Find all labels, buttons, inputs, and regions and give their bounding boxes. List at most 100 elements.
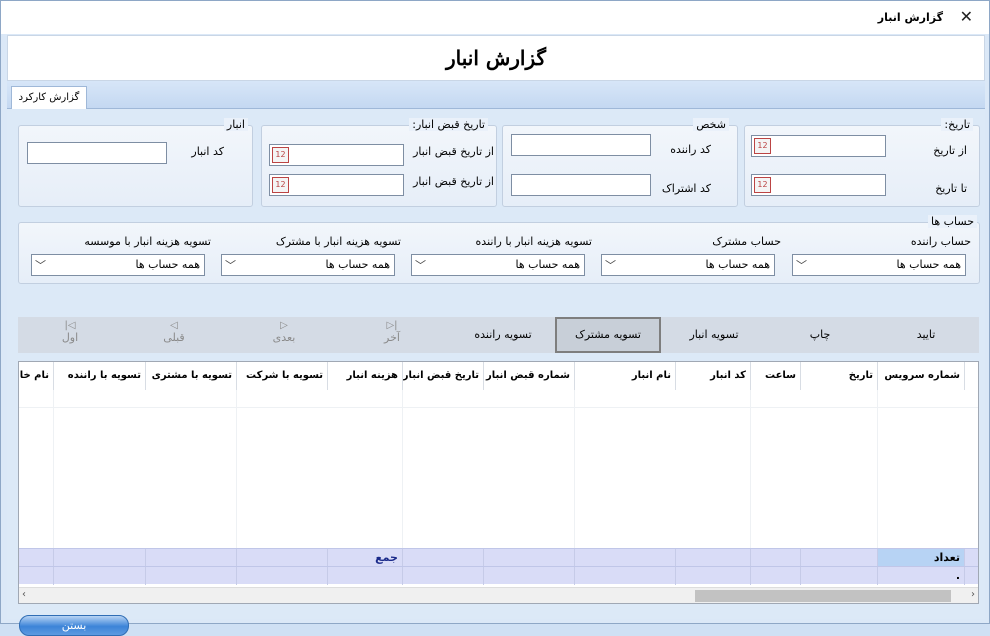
- first-button[interactable]: |◁ اول: [18, 317, 122, 353]
- table-row[interactable]: [19, 390, 978, 408]
- driver-storage-settle-select[interactable]: همه حساب ها ﹀: [411, 254, 585, 276]
- customer-account-select[interactable]: همه حساب ها ﹀: [601, 254, 775, 276]
- calendar-icon[interactable]: 12: [754, 138, 771, 154]
- accounts-legend: حساب ها: [928, 215, 977, 228]
- customer-storage-settle-value: همه حساب ها: [325, 258, 390, 271]
- print-button[interactable]: چاپ: [767, 317, 873, 353]
- last-record-icon: ▷|: [386, 320, 398, 331]
- column-header[interactable]: شماره سرویس: [878, 362, 965, 390]
- page-title: گزارش انبار: [445, 46, 547, 70]
- receipt-from-label-1: از تاریخ قبض انبار: [413, 145, 494, 158]
- chevron-down-icon[interactable]: ﹀: [415, 257, 426, 273]
- footer-cell: [403, 549, 484, 567]
- person-group-legend: شخص: [693, 118, 729, 131]
- tab-performance-report[interactable]: گزارش کارکرد: [11, 86, 87, 110]
- footer-cell: [146, 549, 237, 567]
- column-header[interactable]: هزینه انبار: [328, 362, 403, 390]
- customer-storage-settle-select[interactable]: همه حساب ها ﹀: [221, 254, 395, 276]
- confirm-button[interactable]: تایید: [873, 317, 979, 353]
- footer-cell: [328, 567, 403, 585]
- tab-strip: گزارش کارکرد: [7, 81, 985, 110]
- last-button-label: آخر: [384, 331, 400, 344]
- content-area: گزارش کارکرد تاریخ: از تاریخ 12 تا تاریخ…: [7, 81, 985, 636]
- column-header[interactable]: ساعت: [751, 362, 801, 390]
- driver-account-select[interactable]: همه حساب ها ﹀: [792, 254, 966, 276]
- date-group: تاریخ: از تاریخ 12 تا تاریخ 12: [744, 118, 980, 207]
- driver-settle-button[interactable]: تسویه راننده: [451, 317, 555, 353]
- footer-cell: [484, 549, 575, 567]
- main-window: گزارش انبار ✕ گزارش انبار گزارش کارکرد ت…: [0, 0, 990, 636]
- summary-row: .: [19, 566, 978, 585]
- prev-record-icon: ◁: [170, 320, 178, 331]
- to-date-label: تا تاریخ: [935, 182, 967, 195]
- count-value-cell: .: [878, 567, 965, 585]
- customer-account-value: همه حساب ها: [705, 258, 770, 271]
- toolbar: |◁ اول ◁ قبلی ▷ بعدی ▷| آخر تسویه راننده…: [18, 317, 979, 353]
- first-record-icon: |◁: [64, 320, 76, 331]
- customer-settle-button[interactable]: تسویه مشترک: [555, 317, 661, 353]
- column-header[interactable]: تاریخ: [801, 362, 878, 390]
- warehouse-code-field[interactable]: [27, 142, 167, 164]
- receipt-date-group: تاریخ قبض انبار: از تاریخ قبض انبار 12 ا…: [261, 118, 497, 207]
- next-record-icon: ▷: [280, 320, 288, 331]
- from-date-picker[interactable]: 12: [751, 135, 886, 157]
- subscription-code-field[interactable]: [511, 174, 651, 196]
- footer-cell: [801, 549, 878, 567]
- driver-code-label: کد راننده: [670, 143, 711, 156]
- column-header[interactable]: تاریخ قبض انبار: [403, 362, 484, 390]
- close-button[interactable]: بستن: [19, 615, 129, 636]
- footer-cell: [146, 567, 237, 585]
- column-header[interactable]: نام انبار: [575, 362, 676, 390]
- sum-label-cell: جمع: [328, 549, 403, 567]
- from-date-label: از تاریخ: [933, 144, 967, 157]
- scroll-left-icon[interactable]: ‹: [22, 589, 26, 600]
- to-date-picker[interactable]: 12: [751, 174, 886, 196]
- footer-cell: [54, 549, 146, 567]
- scroll-right-icon[interactable]: ›: [971, 589, 975, 600]
- customer-storage-settle-label: تسویه هزینه انبار با مشترک: [275, 235, 401, 248]
- title-bar: گزارش انبار ✕: [1, 1, 989, 34]
- calendar-icon[interactable]: 12: [754, 177, 771, 193]
- chevron-down-icon[interactable]: ﹀: [35, 257, 46, 273]
- column-header[interactable]: نام خانوا: [19, 362, 54, 390]
- column-header[interactable]: تسویه با مشتری: [146, 362, 237, 390]
- chevron-down-icon[interactable]: ﹀: [796, 257, 807, 273]
- chevron-down-icon[interactable]: ﹀: [225, 257, 236, 273]
- prev-button-label: قبلی: [163, 331, 185, 344]
- column-divider: [676, 390, 751, 562]
- warehouse-settle-button[interactable]: تسویه انبار: [661, 317, 767, 353]
- warehouse-code-label: کد انبار: [191, 145, 224, 158]
- column-divider: [146, 390, 237, 562]
- prev-button[interactable]: ◁ قبلی: [122, 317, 226, 353]
- calendar-icon[interactable]: 12: [272, 147, 289, 163]
- institution-storage-settle-select[interactable]: همه حساب ها ﹀: [31, 254, 205, 276]
- calendar-icon[interactable]: 12: [272, 177, 289, 193]
- warehouse-group: انبار کد انبار: [18, 118, 253, 207]
- driver-code-field[interactable]: [511, 134, 651, 156]
- summary-row: تعداد جمع: [19, 548, 978, 567]
- column-header[interactable]: تسویه با شرکت: [237, 362, 328, 390]
- column-header[interactable]: تسویه با راننده: [54, 362, 146, 390]
- institution-storage-settle-label: تسویه هزینه انبار با موسسه: [84, 235, 211, 248]
- chevron-down-icon[interactable]: ﹀: [605, 257, 616, 273]
- report-header: گزارش انبار: [7, 35, 985, 81]
- footer-cell: [751, 549, 801, 567]
- column-header[interactable]: شماره قبض انبار: [484, 362, 575, 390]
- receipt-from-picker-1[interactable]: 12: [269, 144, 404, 166]
- person-group: شخص کد راننده کد اشتراک: [502, 118, 738, 207]
- horizontal-scrollbar[interactable]: ‹ ›: [19, 587, 978, 603]
- footer-cell: [484, 567, 575, 585]
- receipt-from-picker-2[interactable]: 12: [269, 174, 404, 196]
- driver-storage-settle-value: همه حساب ها: [515, 258, 580, 271]
- last-button[interactable]: ▷| آخر: [340, 317, 444, 353]
- receipt-from-label-2: از تاریخ قبض انبار: [413, 175, 494, 188]
- footer-cell: [403, 567, 484, 585]
- data-grid[interactable]: شماره سرویس تاریخ ساعت کد انبار نام انبا…: [18, 361, 979, 604]
- count-label-cell: تعداد: [878, 549, 965, 567]
- footer-cell: [575, 549, 676, 567]
- footer-cell: [237, 567, 328, 585]
- close-icon[interactable]: ✕: [960, 7, 973, 26]
- next-button[interactable]: ▷ بعدی: [232, 317, 336, 353]
- scrollbar-thumb[interactable]: [695, 590, 951, 602]
- column-header[interactable]: کد انبار: [676, 362, 751, 390]
